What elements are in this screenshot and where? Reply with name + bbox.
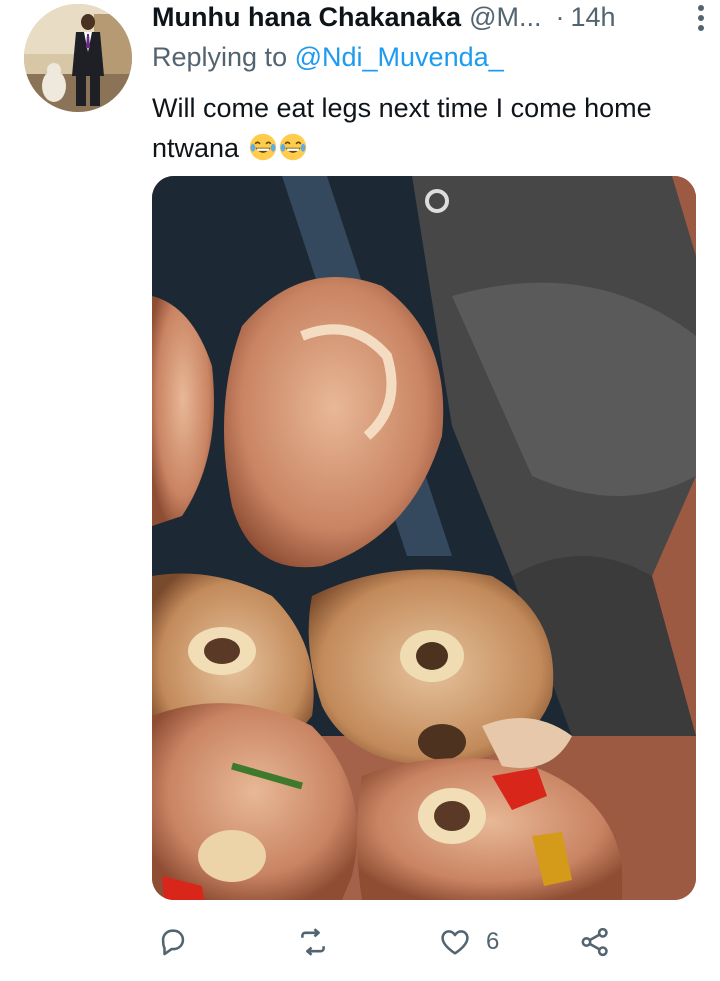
like-count: 6 [486, 928, 500, 955]
replying-to: Replying to @Ndi_Muvenda_ [152, 42, 704, 76]
retweet-button[interactable] [296, 920, 330, 964]
share-icon [581, 927, 608, 957]
like-button[interactable]: 6 [438, 920, 499, 964]
separator-dot: · [555, 1, 565, 32]
avatar-photo [24, 4, 132, 112]
tweet-body: Munhu hana Chakanaka @M... · 14h Replyin… [152, 0, 704, 168]
reply-icon [161, 929, 185, 956]
retweet-icon [301, 928, 325, 956]
display-name[interactable]: Munhu hana Chakanaka [152, 2, 461, 33]
tweet-text-body: Will come eat legs next time I come home… [152, 93, 652, 163]
tweet-header: Munhu hana Chakanaka @M... · 14h [152, 0, 704, 34]
tears-of-joy-emoji [279, 133, 306, 161]
reply-button[interactable] [156, 920, 190, 964]
tweet-actions: 6 [152, 920, 692, 964]
tears-of-joy-emoji [249, 133, 276, 161]
share-button[interactable] [578, 920, 612, 964]
heart-icon [441, 930, 469, 955]
timestamp[interactable]: 14h [570, 2, 615, 33]
reply-to-link[interactable]: @Ndi_Muvenda_ [295, 42, 504, 72]
tweet-text: Will come eat legs next time I come home… [152, 88, 672, 168]
tweet-photo[interactable] [152, 176, 696, 900]
reply-prefix: Replying to [152, 42, 288, 72]
avatar[interactable] [24, 4, 132, 112]
more-options-icon[interactable] [694, 4, 708, 32]
food-photo [152, 176, 696, 900]
tweet: Munhu hana Chakanaka @M... · 14h Replyin… [0, 0, 720, 981]
user-handle[interactable]: @M... [469, 2, 541, 33]
